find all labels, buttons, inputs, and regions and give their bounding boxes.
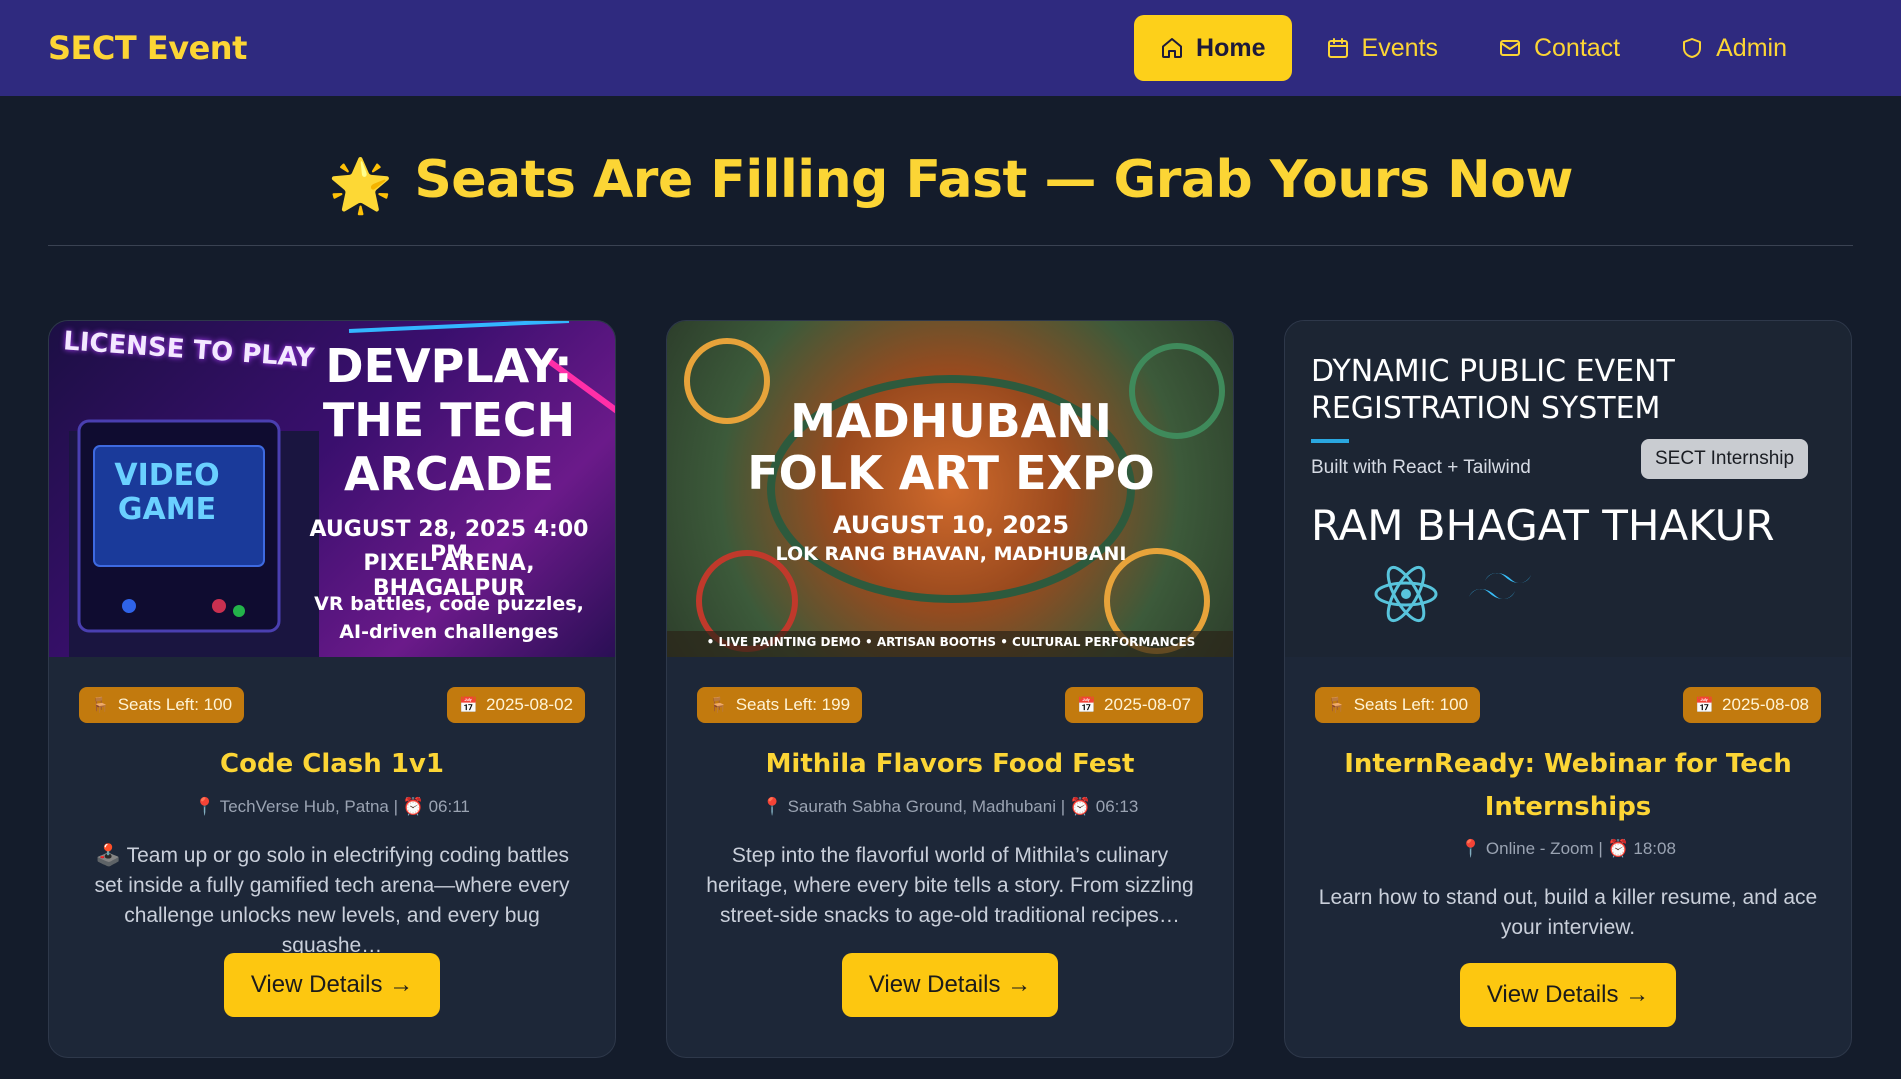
event-title: Mithila Flavors Food Fest (765, 749, 1135, 779)
poster-venue: LOK RANG BHAVAN, MADHUBANI (775, 543, 1127, 565)
seats-badge: 🪑 Seats Left: 100 (1315, 687, 1481, 723)
nav-home-label: Home (1196, 33, 1266, 62)
shield-icon (1683, 38, 1702, 58)
calendar-icon (1327, 38, 1348, 58)
poster-footer: • LIVE PAINTING DEMO • ARTISAN BOOTHS • … (706, 635, 1196, 649)
nav-links: Home Events Contact Admin (1134, 15, 1853, 81)
event-poster-image: MADHUBANI FOLK ART EXPO AUGUST 10, 2025 … (667, 321, 1233, 657)
date-label: 2025-08-02 (486, 695, 573, 714)
view-details-button[interactable]: View Details → (224, 953, 440, 1017)
chair-icon: 🪑 (709, 697, 728, 714)
badges: 🪑 Seats Left: 199 📅 2025-08-07 (697, 687, 1203, 723)
react-icon (1374, 565, 1438, 623)
page-title-text: Seats Are Filling Fast — Grab Yours Now (414, 150, 1573, 210)
poster-headline-line: THE TECH (322, 393, 576, 447)
poster-headline-line: ARCADE (344, 447, 554, 501)
event-meta: 📍 Online - Zoom | ⏰ 18:08 (1460, 839, 1676, 858)
poster-screen-text: VIDEO GAME (114, 458, 220, 527)
chair-icon: 🪑 (1327, 697, 1346, 714)
mail-icon (1499, 40, 1520, 56)
tailwind-icon (1469, 573, 1531, 599)
home-icon (1162, 38, 1183, 58)
poster-tag: SECT Internship (1641, 439, 1809, 479)
view-details-button[interactable]: View Details → (1460, 963, 1676, 1027)
seats-label: Seats Left: 100 (1353, 695, 1469, 714)
calendar-icon: 📅 (459, 697, 479, 714)
event-card: MADHUBANI FOLK ART EXPO AUGUST 10, 2025 … (666, 320, 1234, 1058)
navbar: SECT Event Home Events Contact Admin (0, 0, 1901, 96)
badges: 🪑 Seats Left: 100 📅 2025-08-02 (79, 687, 585, 723)
badges: 🪑 Seats Left: 100 📅 2025-08-08 (1315, 687, 1821, 723)
page-title: 🌟 Seats Are Filling Fast — Grab Yours Now (0, 150, 1901, 216)
event-description: Learn how to stand out, build a killer r… (1318, 886, 1818, 939)
date-label: 2025-08-07 (1104, 695, 1191, 714)
nav-events-label: Events (1361, 33, 1438, 62)
poster-headline-line: DEVPLAY: (325, 339, 573, 393)
poster-headline: MADHUBANI FOLK ART EXPO (667, 395, 1233, 499)
event-meta: 📍 TechVerse Hub, Patna | ⏰ 06:11 (194, 797, 470, 816)
seats-label: Seats Left: 100 (117, 695, 233, 714)
poster-tagline: VR battles, code puzzles, (314, 593, 584, 615)
event-title: Code Clash 1v1 (220, 749, 444, 779)
star-icon: 🌟 (328, 156, 393, 216)
poster-author: RAM BHAGAT THAKUR (1311, 501, 1775, 550)
poster-headline-line: FOLK ART EXPO (747, 446, 1155, 500)
seats-badge: 🪑 Seats Left: 199 (697, 687, 863, 723)
poster-headline-line: MADHUBANI (790, 394, 1112, 448)
event-title: InternReady: Webinar for Tech Internship… (1344, 749, 1792, 822)
nav-contact-label: Contact (1533, 33, 1621, 62)
divider (48, 245, 1853, 246)
seats-label: Seats Left: 199 (735, 695, 851, 714)
nav-contact[interactable]: Contact (1472, 15, 1646, 81)
brand-logo[interactable]: SECT Event (48, 29, 247, 67)
event-card: DYNAMIC PUBLIC EVENT REGISTRATION SYSTEM… (1284, 320, 1852, 1058)
poster-headline: DYNAMIC PUBLIC EVENT REGISTRATION SYSTEM (1311, 353, 1675, 427)
poster-date: AUGUST 10, 2025 (832, 511, 1070, 539)
event-card: LICENSE TO PLAY VIDEO GAME DEVPLAY: THE … (48, 320, 616, 1058)
poster-built-with: Built with React + Tailwind (1311, 457, 1531, 478)
seats-badge: 🪑 Seats Left: 100 (79, 687, 245, 723)
date-label: 2025-08-08 (1722, 695, 1809, 714)
date-badge: 📅 2025-08-08 (1683, 687, 1821, 723)
nav-events[interactable]: Events (1300, 15, 1464, 81)
event-poster-image: LICENSE TO PLAY VIDEO GAME DEVPLAY: THE … (49, 321, 615, 657)
calendar-icon: 📅 (1695, 697, 1715, 714)
event-meta: 📍 Saurath Sabha Ground, Madhubani | ⏰ 06… (761, 797, 1139, 816)
event-description: Step into the flavorful world of Mithila… (706, 844, 1194, 927)
nav-home[interactable]: Home (1134, 15, 1292, 81)
poster-headline-line: REGISTRATION SYSTEM (1311, 391, 1661, 426)
accent-bar (1311, 439, 1349, 443)
poster-tagline: AI-driven challenges (339, 621, 559, 643)
date-badge: 📅 2025-08-07 (1065, 687, 1203, 723)
event-poster-image: DYNAMIC PUBLIC EVENT REGISTRATION SYSTEM… (1285, 321, 1851, 657)
nav-admin[interactable]: Admin (1654, 15, 1813, 81)
poster-headline: DEVPLAY: THE TECH ARCADE (314, 339, 584, 501)
poster-headline-line: DYNAMIC PUBLIC EVENT (1311, 354, 1675, 389)
view-details-button[interactable]: View Details → (842, 953, 1058, 1017)
calendar-icon: 📅 (1077, 697, 1097, 714)
date-badge: 📅 2025-08-02 (447, 687, 585, 723)
nav-admin-label: Admin (1716, 33, 1787, 62)
event-description: 🕹️ Team up or go solo in electrifying co… (94, 844, 570, 957)
chair-icon: 🪑 (91, 697, 110, 714)
